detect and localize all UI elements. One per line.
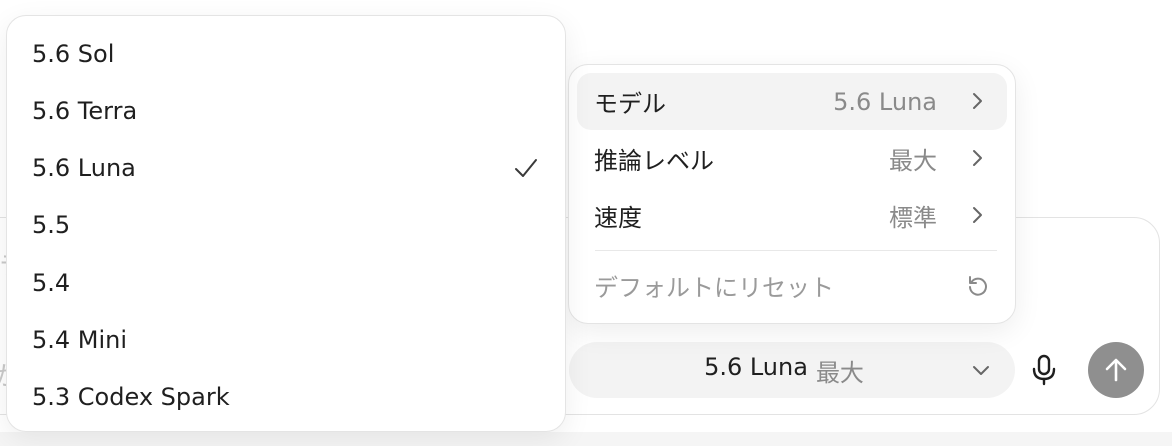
model-option-label: 5.4	[32, 268, 71, 297]
model-option-5-4-mini[interactable]: 5.4 Mini	[7, 311, 565, 368]
chevron-right-icon	[973, 150, 982, 166]
reset-icon	[969, 276, 987, 296]
model-option-5-6-luna[interactable]: 5.6 Luna	[7, 139, 565, 196]
model-option-label: 5.6 Terra	[32, 96, 138, 125]
chevron-right-icon	[973, 93, 982, 109]
model-selector-model: 5.6 Luna	[704, 352, 808, 381]
send-button[interactable]	[1088, 342, 1144, 398]
reset-defaults-label: デフォルトにリセット	[594, 274, 834, 302]
model-selector-button[interactable]: 5.6 Luna 最大	[569, 342, 1015, 398]
settings-row-label: モデル	[594, 90, 666, 118]
settings-row-speed[interactable]: 速度 標準	[577, 187, 1007, 244]
model-option-label: 5.6 Luna	[32, 153, 136, 182]
settings-row-label: 速度	[594, 204, 642, 232]
chevron-down-icon	[973, 366, 989, 375]
reset-defaults-button[interactable]: デフォルトにリセット	[577, 257, 1007, 314]
model-option-label: 5.4 Mini	[32, 325, 128, 354]
settings-row-value: 5.6 Luna	[833, 87, 937, 116]
model-selector-effort: 最大	[815, 358, 864, 387]
settings-row-label: 推論レベル	[594, 147, 714, 175]
model-option-5-6-terra[interactable]: 5.6 Terra	[7, 82, 565, 139]
model-option-label: 5.3 Codex Spark	[32, 382, 230, 411]
model-option-label: 5.6 Sol	[32, 39, 115, 68]
settings-row-value: 標準	[889, 204, 937, 232]
settings-row-reasoning[interactable]: 推論レベル 最大	[577, 130, 1007, 187]
settings-divider	[595, 250, 997, 251]
microphone-button[interactable]	[1024, 350, 1064, 390]
checkmark-icon	[515, 159, 537, 177]
arrow-up-icon	[1105, 358, 1127, 382]
model-option-5-5[interactable]: 5.5	[7, 196, 565, 253]
settings-row-value: 最大	[889, 147, 937, 175]
page-bottom-strip	[0, 432, 1172, 446]
model-option-5-3-codex-spark[interactable]: 5.3 Codex Spark	[7, 368, 565, 425]
model-selector-text: 5.6 Luna 最大	[704, 353, 864, 388]
model-option-label: 5.5	[32, 210, 71, 239]
microphone-icon	[1032, 354, 1056, 386]
settings-row-model[interactable]: モデル 5.6 Luna	[577, 73, 1007, 130]
chevron-right-icon	[973, 207, 982, 223]
model-list-menu: 5.6 Sol 5.6 Terra 5.6 Luna 5.5 5.4 5.4 M…	[6, 15, 566, 432]
model-option-5-6-sol[interactable]: 5.6 Sol	[7, 25, 565, 82]
settings-menu: モデル 5.6 Luna 推論レベル 最大 速度 標準 デフォルトにリセット	[568, 64, 1016, 324]
model-option-5-4[interactable]: 5.4	[7, 254, 565, 311]
